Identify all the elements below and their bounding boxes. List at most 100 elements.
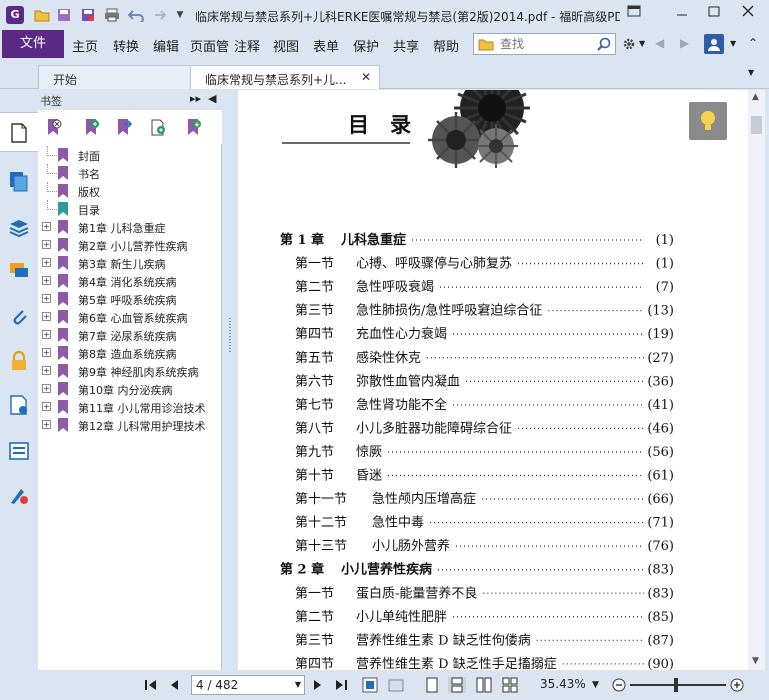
single-page-view-icon[interactable] [426,677,438,693]
bookmark-item[interactable]: + 第1章 儿科急重症 [38,218,222,236]
continuous-facing-view-icon[interactable] [502,677,518,693]
user-icon[interactable] [704,34,724,54]
toc-section-title[interactable]: 小儿单纯性肥胖 [356,610,447,625]
bookmark-item[interactable]: + 第6章 心血管系统疾病 [38,308,222,326]
tab-document[interactable]: 临床常规与禁忌系列+儿... ✕ [190,65,380,89]
scroll-down-icon[interactable]: ▼ [752,656,759,666]
bookmark-item[interactable]: + 第12章 儿科常用护理技术 [38,416,222,434]
nav-back-icon[interactable]: ◀ [655,36,664,50]
bookmark-item[interactable]: 目录 [38,200,222,218]
bookmark-expand-icon[interactable]: + [42,420,51,429]
zoom-slider-thumb[interactable] [674,678,678,692]
menu-help[interactable]: 帮助 [433,36,459,55]
toc-chapter-title[interactable]: 小儿营养性疾病 [341,562,432,578]
zoom-in-icon[interactable] [730,677,744,693]
menu-form[interactable]: 表单 [313,36,339,55]
save-as-icon[interactable] [80,7,96,23]
search-input[interactable] [500,36,590,52]
menu-comment[interactable]: 注释 [234,36,260,55]
search-box[interactable] [473,33,616,55]
file-menu-button[interactable]: 文件 [2,30,64,58]
bookmark-expand-icon[interactable]: + [42,258,51,267]
gear-icon[interactable] [621,36,637,52]
toc-section-title[interactable]: 蛋白质-能量营养不良 [356,585,477,601]
menu-share[interactable]: 共享 [393,36,419,55]
bookmark-expand-icon[interactable]: + [42,366,51,375]
signature-panel-icon[interactable] [8,484,30,506]
toc-section-title[interactable]: 弥散性血管内凝血 [356,373,460,389]
next-page-icon[interactable] [312,677,324,693]
toc-section-title[interactable]: 充血性心力衰竭 [356,326,447,342]
toc-section-title[interactable]: 急性颅内压增高症 [372,491,476,507]
page-number-input[interactable] [196,678,286,692]
panel-splitter[interactable] [222,90,238,670]
menu-home[interactable]: 主页 [72,36,98,55]
toc-section-title[interactable]: 小儿肠外营养 [372,538,450,554]
redo-icon[interactable] [150,7,166,23]
toc-section-title[interactable]: 营养性维生素 D 缺乏性佝偻病 [356,632,531,648]
bookmark-from-page-icon[interactable] [150,118,166,136]
bookmark-expand-icon[interactable]: + [42,294,51,303]
toc-section-title[interactable]: 昏迷 [356,469,382,484]
zoom-out-icon[interactable] [612,677,626,693]
bookmark-item[interactable]: 书名 [38,164,222,182]
print-icon[interactable] [104,7,120,23]
go-to-bookmark-icon[interactable] [116,118,133,136]
panel-expand-icon[interactable]: ▸▸ [190,92,201,105]
bookmark-expand-icon[interactable]: + [42,402,51,411]
menu-view[interactable]: 视图 [273,36,299,55]
settings-dropdown-icon[interactable]: ▼ [639,39,645,48]
page-dropdown-icon[interactable]: ▼ [295,680,301,689]
vertical-scrollbar[interactable]: ▲ ▼ [748,90,765,670]
scroll-thumb[interactable] [751,116,762,134]
bookmark-item[interactable]: 版权 [38,182,222,200]
toc-section-title[interactable]: 急性呼吸衰竭 [356,279,434,295]
screenshot-page-icon[interactable] [388,677,404,693]
toc-chapter-title[interactable]: 儿科急重症 [340,232,406,248]
prev-page-icon[interactable] [168,677,180,693]
bookmark-item[interactable]: 封面 [38,146,222,164]
ribbon-collapse-icon[interactable]: ⌃ [748,36,758,50]
menu-edit[interactable]: 编辑 [153,36,179,55]
tab-list-dropdown-icon[interactable]: ▼ [748,68,754,77]
app-icon[interactable]: G [6,6,24,24]
comments-panel-icon[interactable] [8,260,30,282]
bookmark-item[interactable]: + 第4章 消化系统疾病 [38,272,222,290]
zoom-slider-track[interactable] [630,684,726,686]
minimize-icon[interactable] [668,4,696,24]
bookmark-expand-icon[interactable]: + [42,384,51,393]
bookmark-item[interactable]: + 第8章 造血系统疾病 [38,344,222,362]
bookmark-panel-icon[interactable] [8,122,30,144]
attachments-panel-icon[interactable] [8,306,30,328]
bookmark-item[interactable]: + 第10章 内分泌疾病 [38,380,222,398]
last-page-icon[interactable] [334,677,348,693]
pages-panel-icon[interactable] [8,170,30,192]
security-panel-icon[interactable] [8,350,30,372]
toc-section-title[interactable]: 感染性休克 [356,350,421,366]
save-icon[interactable] [56,7,72,23]
menu-protect[interactable]: 保护 [353,36,379,55]
layers-panel-icon[interactable] [8,216,30,238]
toc-section-title[interactable]: 急性中毒 [372,516,424,531]
bookmark-item[interactable]: + 第2章 小儿营养性疾病 [38,236,222,254]
document-view[interactable]: 目 录 第 1 章儿科急重症 (1) 第一节 心搏、呼吸骤停与心肺复苏 (1) 第二节 急性… [238,90,748,670]
facing-view-icon[interactable] [476,677,492,693]
search-icon[interactable] [596,36,612,52]
close-icon[interactable] [734,4,762,24]
toc-section-title[interactable]: 小儿多脏器功能障碍综合征 [356,420,512,436]
bookmark-expand-icon[interactable]: + [42,312,51,321]
page-number-box[interactable]: ▼ [191,675,305,695]
first-page-icon[interactable] [144,677,158,693]
content-panel-icon[interactable] [8,394,30,416]
toc-section-title[interactable]: 心搏、呼吸骤停与心肺复苏 [356,256,512,272]
toc-section-title[interactable]: 营养性维生素 D 缺乏性手足搐搦症 [356,656,557,670]
ribbon-toggle-icon[interactable] [620,4,648,24]
quick-access-dropdown-icon[interactable]: ▼ [172,7,188,23]
tab-start[interactable]: 开始 [38,65,196,89]
toc-section-title[interactable]: 惊厥 [356,445,382,460]
menu-convert[interactable]: 转换 [113,36,139,55]
bookmark-item[interactable]: + 第3章 新生儿疾病 [38,254,222,272]
undo-icon[interactable] [128,7,144,23]
bookmark-item[interactable]: + 第9章 神经肌肉系统疾病 [38,362,222,380]
expand-bookmark-icon[interactable] [186,118,202,136]
